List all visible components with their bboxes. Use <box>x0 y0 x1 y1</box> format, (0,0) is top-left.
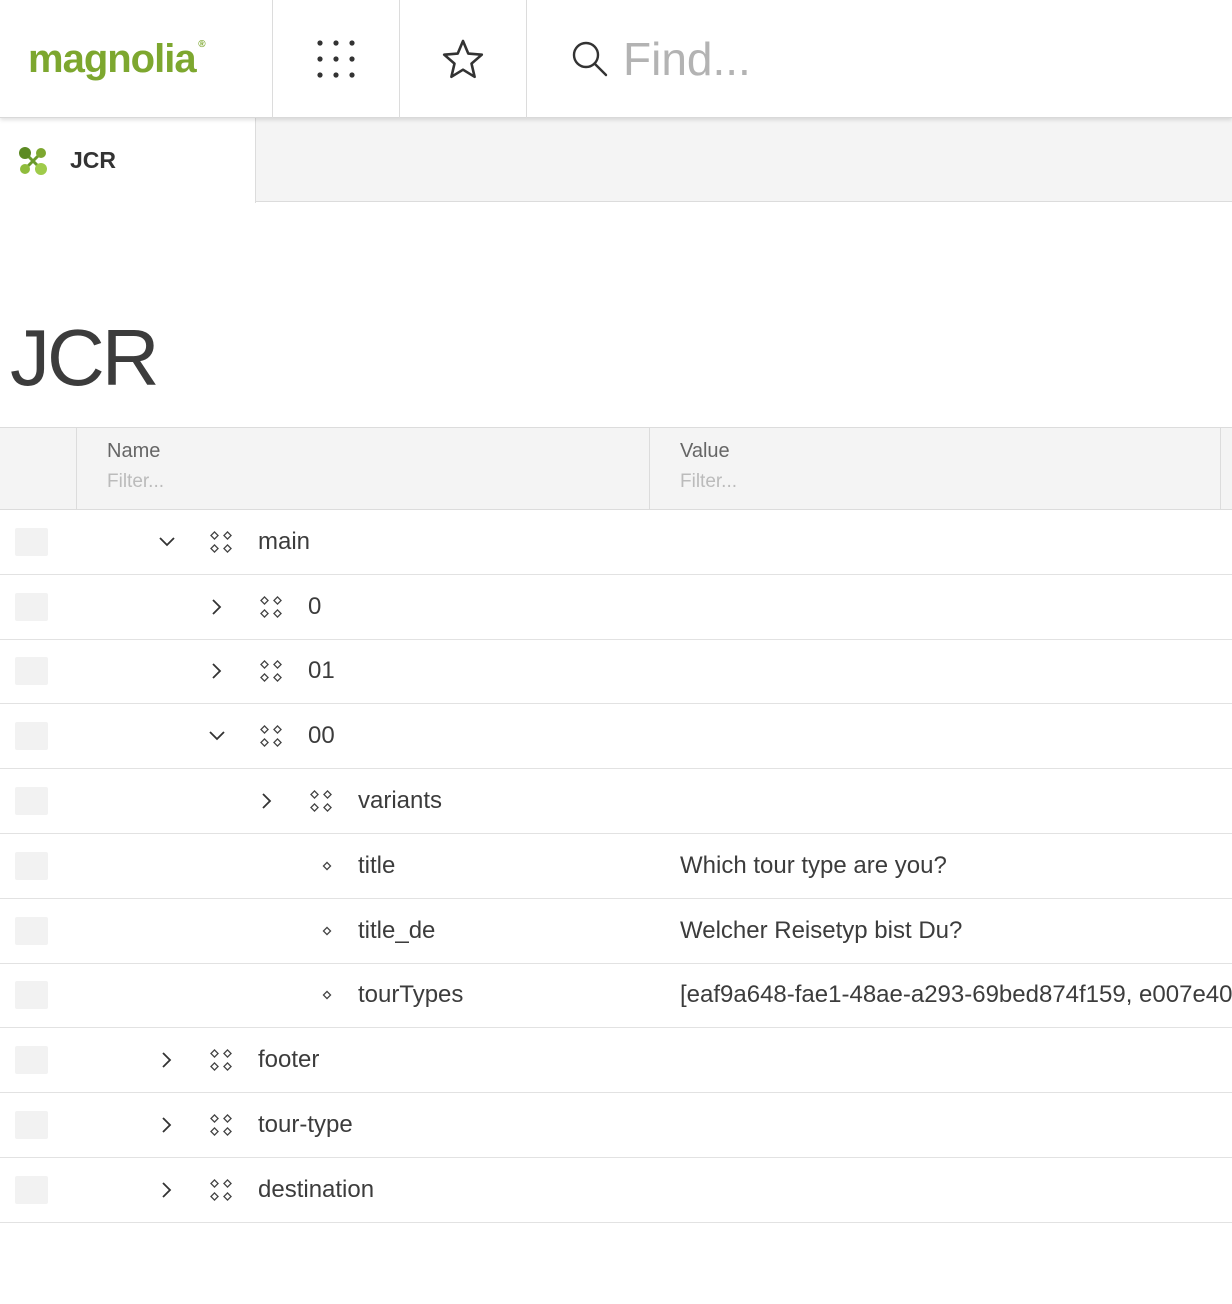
table-row[interactable]: 0 <box>0 575 1232 640</box>
row-name: main <box>258 527 311 555</box>
top-bar: magnolia ® <box>0 0 1232 118</box>
chevron-right-icon[interactable] <box>205 595 229 619</box>
table-row[interactable]: 01 <box>0 640 1232 705</box>
node-icon <box>259 659 283 683</box>
star-icon <box>442 39 484 79</box>
table-row[interactable]: footer <box>0 1028 1232 1094</box>
row-checkbox[interactable] <box>15 851 48 880</box>
property-icon <box>321 925 333 937</box>
node-icon <box>209 1113 233 1137</box>
row-name: title <box>358 851 396 879</box>
table-row[interactable]: destination <box>0 1158 1232 1223</box>
node-icon <box>209 1048 233 1072</box>
node-icon <box>259 595 283 619</box>
node-icon <box>309 789 333 813</box>
chevron-right-icon[interactable] <box>155 1113 179 1137</box>
page-title: JCR <box>10 313 160 402</box>
row-name: 00 <box>308 722 335 750</box>
row-name: footer <box>258 1046 320 1074</box>
property-icon <box>321 989 333 1001</box>
grid-dots-icon <box>317 40 355 78</box>
logo-text: magnolia <box>28 36 197 81</box>
node-icon <box>259 724 283 748</box>
tab-label: JCR <box>70 147 117 173</box>
table-row[interactable]: 00 <box>0 704 1232 770</box>
tab-bar: JCR <box>0 118 1232 203</box>
name-filter-input[interactable] <box>107 471 507 493</box>
row-name: title_de <box>358 916 436 944</box>
row-value: Welcher Reisetyp bist Du? <box>680 916 963 944</box>
row-checkbox[interactable] <box>15 1046 48 1075</box>
magnolia-logo[interactable]: magnolia ® <box>28 36 206 82</box>
row-name: 01 <box>308 657 335 685</box>
row-checkbox[interactable] <box>15 1111 48 1140</box>
search-icon <box>572 41 608 76</box>
logo-cell[interactable]: magnolia ® <box>0 0 273 118</box>
chevron-down-icon[interactable] <box>205 724 229 748</box>
row-name: tourTypes <box>358 981 464 1009</box>
value-filter-input[interactable] <box>680 471 1080 493</box>
table-row[interactable]: title Which tour type are you? <box>0 834 1232 899</box>
table-row[interactable]: variants <box>0 769 1232 834</box>
chevron-right-icon[interactable] <box>155 1048 179 1072</box>
search-input[interactable] <box>623 31 1123 86</box>
chevron-right-icon[interactable] <box>205 659 229 683</box>
app-launcher-button[interactable] <box>273 0 400 118</box>
table-row[interactable]: main <box>0 510 1232 575</box>
table-row[interactable]: title_de Welcher Reisetyp bist Du? <box>0 899 1232 964</box>
search-area <box>527 0 1232 117</box>
tab-jcr[interactable]: JCR <box>0 118 256 203</box>
column-label-value: Value <box>680 440 730 462</box>
row-checkbox[interactable] <box>15 787 48 816</box>
chevron-right-icon[interactable] <box>255 789 279 813</box>
row-name: destination <box>258 1175 375 1203</box>
row-checkbox[interactable] <box>15 527 48 556</box>
node-icon <box>209 530 233 554</box>
chevron-down-icon[interactable] <box>155 530 179 554</box>
column-header-value[interactable]: Value <box>649 428 1221 510</box>
grid-header: Name Value <box>0 427 1232 510</box>
row-checkbox[interactable] <box>15 722 48 751</box>
jcr-app-icon <box>19 146 47 175</box>
table-row[interactable]: tourTypes [eaf9a648-fae1-48ae-a293-69bed8… <box>0 964 1232 1029</box>
chevron-right-icon[interactable] <box>155 1178 179 1202</box>
grid-body: main 0 01 00 variants title Which tour type ar… <box>0 510 1232 1223</box>
row-checkbox[interactable] <box>15 916 48 945</box>
table-row[interactable]: tour-type <box>0 1093 1232 1158</box>
row-checkbox[interactable] <box>15 981 48 1010</box>
node-icon <box>209 1178 233 1202</box>
row-checkbox[interactable] <box>15 1175 48 1204</box>
row-name: tour-type <box>258 1111 353 1139</box>
property-icon <box>321 860 333 872</box>
row-value: [eaf9a648-fae1-48ae-a293-69bed874f159, e… <box>680 981 1232 1009</box>
row-name: 0 <box>308 592 322 620</box>
row-checkbox[interactable] <box>15 657 48 686</box>
favorites-button[interactable] <box>400 0 527 118</box>
row-value: Which tour type are you? <box>680 851 947 879</box>
logo-mark: ® <box>198 38 205 50</box>
column-header-name[interactable]: Name <box>76 428 649 510</box>
column-label-name: Name <box>107 440 161 462</box>
row-name: variants <box>358 787 443 815</box>
row-checkbox[interactable] <box>15 592 48 621</box>
tree-grid: Name Value main 0 01 00 variants title Which t… <box>0 427 1232 1223</box>
